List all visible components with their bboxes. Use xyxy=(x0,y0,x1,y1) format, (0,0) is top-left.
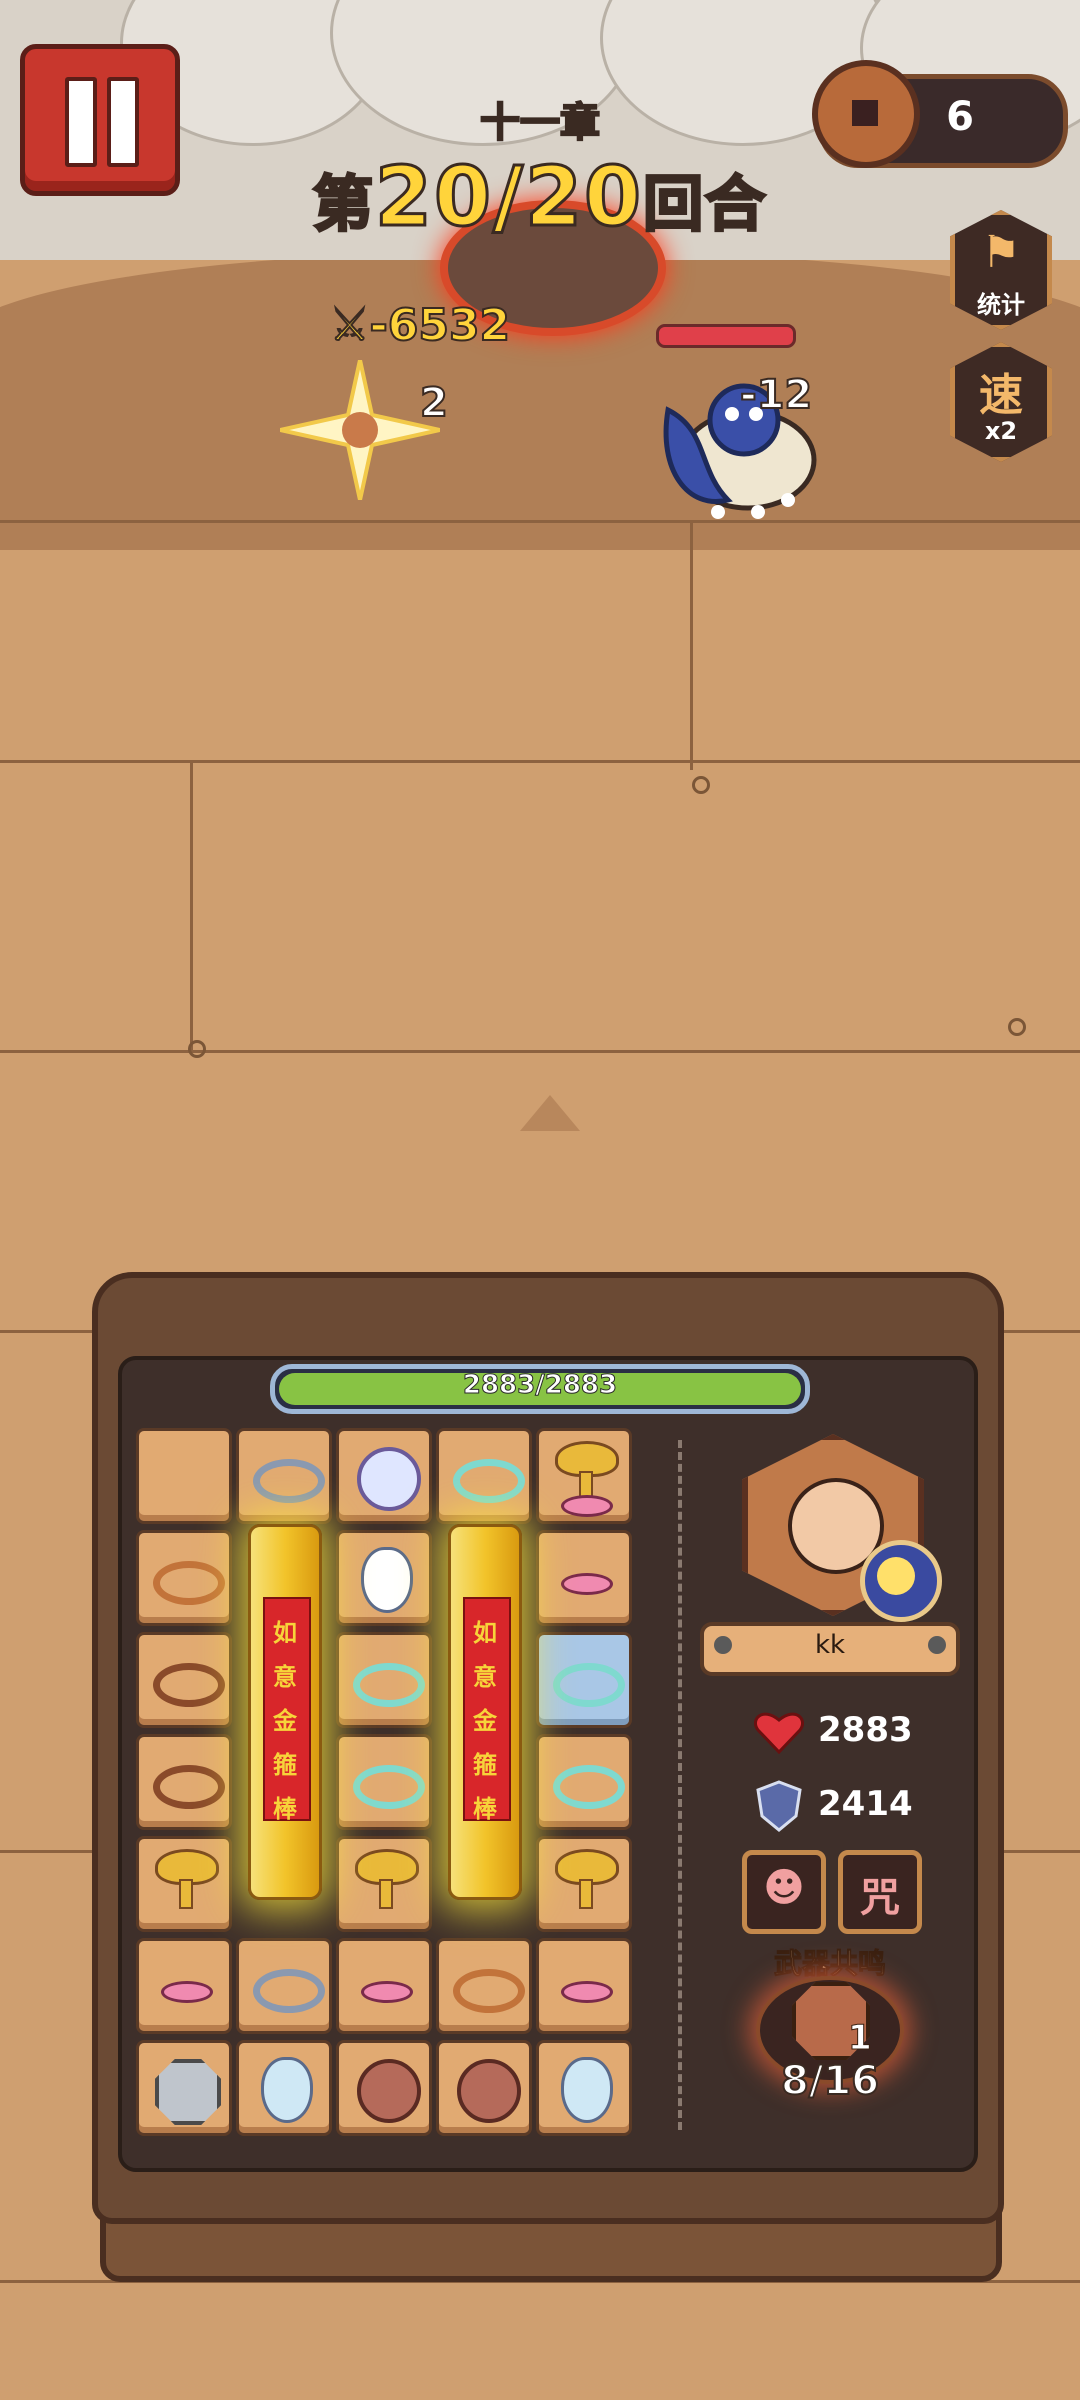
grid-cell[interactable] xyxy=(336,2040,432,2136)
treasure-pouch-icon xyxy=(561,2057,613,2123)
wooden-bracelet-icon xyxy=(153,1765,225,1809)
resonance-progress: 8/16 xyxy=(780,2057,880,2105)
grid-cell[interactable] xyxy=(536,1734,632,1830)
lotus-lamp-icon xyxy=(555,1441,619,1517)
curse-skill-button[interactable]: 咒 xyxy=(838,1850,922,1934)
hp-stat: 2883 xyxy=(818,1710,913,1750)
player-hp-text: 2883/2883 xyxy=(462,1370,618,1401)
white-lotus-icon xyxy=(361,1547,413,1613)
shield-icon xyxy=(756,1780,802,1832)
lotus-lamp-icon xyxy=(355,1849,419,1919)
pet-avatar[interactable] xyxy=(860,1540,942,1622)
grid-cell[interactable] xyxy=(336,1836,432,1932)
grid-cell[interactable] xyxy=(336,1938,432,2034)
coin-icon xyxy=(812,60,920,168)
grid-cell[interactable] xyxy=(436,2040,532,2136)
plank-seam xyxy=(190,760,193,1050)
grid-cell[interactable] xyxy=(536,1938,632,2034)
grid-cell[interactable] xyxy=(136,1938,232,2034)
treasure-pouch-icon xyxy=(261,2057,313,2123)
grid-cell[interactable] xyxy=(236,1428,332,1524)
enemy-hp-bar xyxy=(656,324,796,348)
grid-cell[interactable] xyxy=(336,1428,432,1524)
grid-cell[interactable] xyxy=(136,1632,232,1728)
bagua-mirror-icon xyxy=(155,2059,221,2125)
resonance-level: 1 xyxy=(848,2018,873,2059)
rattle-drum-icon xyxy=(457,2059,521,2123)
plank-line xyxy=(0,760,1080,763)
panel-divider xyxy=(678,1440,682,2130)
speed-icon: 速 xyxy=(979,370,1023,421)
round-suffix: 回合 xyxy=(642,169,768,242)
speed-label: x2 xyxy=(984,417,1018,445)
grid-cell[interactable] xyxy=(236,2040,332,2136)
sword-icon: ⚔ xyxy=(329,299,370,352)
grid-cell[interactable] xyxy=(136,2040,232,2136)
grid-cell[interactable] xyxy=(536,1530,632,1626)
plank-bolt xyxy=(692,776,710,794)
plank-bolt xyxy=(188,1040,206,1058)
grid-cell-empty[interactable] xyxy=(136,1428,232,1524)
jade-bracelet-icon xyxy=(353,1765,425,1809)
item-grid: 如意金箍棒 如意金箍棒 xyxy=(136,1428,636,2138)
plank-line xyxy=(0,1050,1080,1053)
jade-bracelet-icon xyxy=(353,1663,425,1707)
grid-cell[interactable] xyxy=(336,1734,432,1830)
player-name: kk xyxy=(814,1630,846,1660)
rage-face-icon: ☻ xyxy=(763,1865,805,1911)
expand-arrow-icon[interactable] xyxy=(520,1095,580,1131)
grid-cell[interactable] xyxy=(136,1734,232,1830)
coin-count: 6 xyxy=(946,94,974,140)
golden-staff-item[interactable]: 如意金箍棒 xyxy=(248,1524,322,1900)
round-prefix: 第 xyxy=(311,169,375,242)
grid-cell[interactable] xyxy=(336,1632,432,1728)
grid-cell[interactable] xyxy=(536,1836,632,1932)
grid-cell[interactable] xyxy=(336,1530,432,1626)
jade-bracelet-icon xyxy=(453,1459,525,1503)
hit-popup: 2 xyxy=(419,379,449,427)
plank-bolt xyxy=(1008,1018,1026,1036)
round-value: 20/20 xyxy=(373,149,644,247)
lotus-lamp-icon xyxy=(361,1951,413,2021)
grid-cell[interactable] xyxy=(536,1632,632,1728)
lotus-flower-icon xyxy=(357,1447,421,1511)
heart-icon xyxy=(754,1712,804,1754)
grid-cell[interactable] xyxy=(136,1530,232,1626)
lotus-lamp-icon xyxy=(155,1849,219,1919)
jade-bracelet-icon xyxy=(553,1765,625,1809)
damage-popup: ⚔-6532 xyxy=(329,299,511,352)
golden-staff-item[interactable]: 如意金箍棒 xyxy=(448,1524,522,1900)
silver-bracelet-icon xyxy=(253,1969,325,2013)
plank-line xyxy=(0,520,1080,523)
curse-icon: 咒 xyxy=(860,1875,900,1921)
wooden-bracelet-icon xyxy=(153,1663,225,1707)
rage-skill-button[interactable]: ☻ xyxy=(742,1850,826,1934)
grid-cell[interactable] xyxy=(136,1836,232,1932)
grid-cell[interactable] xyxy=(436,1938,532,2034)
bronze-bracelet-icon xyxy=(153,1561,225,1605)
plank-seam xyxy=(690,520,693,770)
lotus-lamp-icon xyxy=(555,1849,619,1919)
rattle-drum-icon xyxy=(357,2059,421,2123)
grid-cell[interactable] xyxy=(436,1428,532,1524)
grid-cell[interactable] xyxy=(236,1938,332,2034)
defense-stat: 2414 xyxy=(818,1784,913,1824)
lotus-lamp-icon xyxy=(561,1543,613,1613)
grid-cell[interactable] xyxy=(536,2040,632,2136)
enemy-damage-popup: -12 xyxy=(739,371,813,419)
lotus-lamp-icon xyxy=(161,1951,213,2021)
staff-inscription: 如意金箍棒 xyxy=(473,1619,497,1823)
hit-spark-effect xyxy=(280,360,440,500)
stats-icon: ⚑ xyxy=(981,227,1021,278)
jade-bracelet-icon xyxy=(553,1663,625,1707)
bronze-bracelet-icon xyxy=(453,1969,525,2013)
grid-cell[interactable] xyxy=(536,1428,632,1524)
silver-bracelet-icon xyxy=(253,1459,325,1503)
staff-inscription: 如意金箍棒 xyxy=(273,1619,297,1823)
lotus-lamp-icon xyxy=(561,1951,613,2021)
